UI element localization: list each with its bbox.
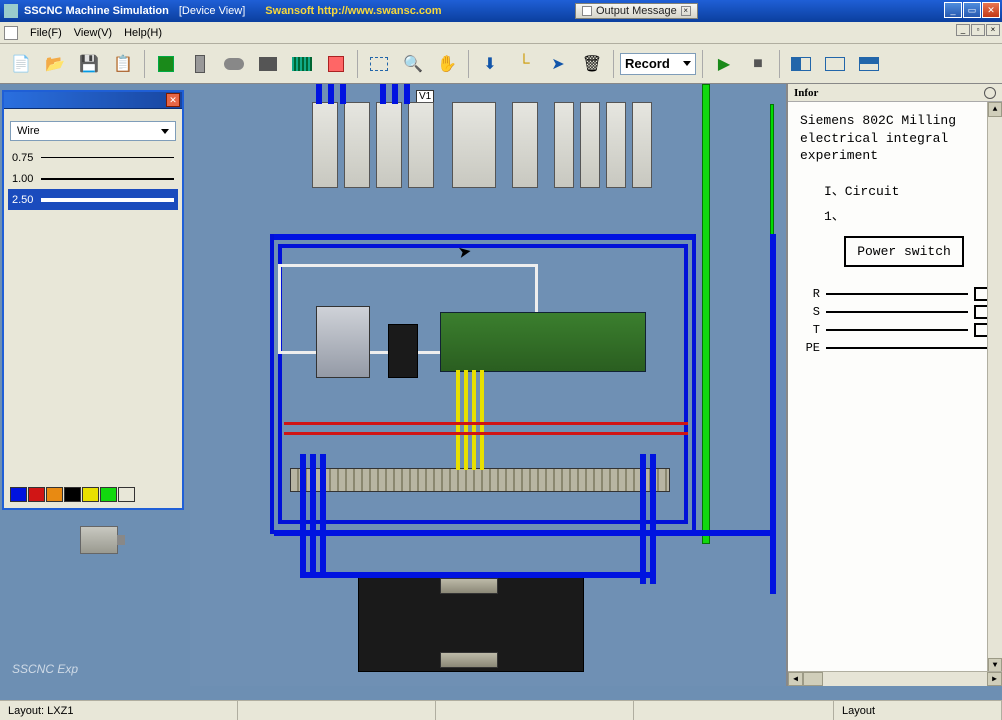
- power-switch-box: Power switch: [844, 236, 964, 267]
- close-icon[interactable]: ×: [681, 6, 691, 16]
- pointer-button[interactable]: ➤: [543, 49, 573, 79]
- app-icon: [4, 4, 18, 18]
- pan-button[interactable]: ✋: [432, 49, 462, 79]
- new-button[interactable]: 📄: [6, 49, 36, 79]
- menu-view[interactable]: View(V): [68, 25, 118, 41]
- view2-button[interactable]: [820, 49, 850, 79]
- menu-file[interactable]: File(F): [24, 25, 68, 41]
- scroll-up-icon[interactable]: ▲: [988, 102, 1002, 117]
- menu-help[interactable]: Help(H): [118, 25, 168, 41]
- wire-type-label: Wire: [17, 125, 40, 137]
- status-layout-right: Layout: [834, 701, 1002, 720]
- comp-motor-button[interactable]: [219, 49, 249, 79]
- scroll-thumb[interactable]: [803, 672, 823, 686]
- info-body: Siemens 802C Milling electrical integral…: [788, 102, 1002, 686]
- toolbar: 📄 📂 💾 📋 🔍 ✋ ⬇ └ ➤ 🗑 Record ▶ ■: [0, 44, 1002, 84]
- close-button[interactable]: ✕: [982, 2, 1000, 18]
- zoom-button[interactable]: 🔍: [398, 49, 428, 79]
- view3-button[interactable]: [854, 49, 884, 79]
- status-layout: Layout: LXZ1: [0, 701, 238, 720]
- play-button[interactable]: ▶: [709, 49, 739, 79]
- app-subtitle: [Device View]: [179, 5, 245, 17]
- canvas-watermark: SSCNC Exp: [12, 662, 78, 676]
- comp-green-button[interactable]: [151, 49, 181, 79]
- trash-button[interactable]: 🗑: [577, 49, 607, 79]
- brand-watermark: Swansoft http://www.swansc.com: [265, 5, 441, 17]
- circuit-canvas[interactable]: V1: [190, 84, 786, 686]
- wire-size-1[interactable]: 1.00: [8, 168, 178, 189]
- comp-relay-button[interactable]: [185, 49, 215, 79]
- info-title: Infor: [794, 87, 818, 99]
- floating-component[interactable]: [80, 526, 118, 554]
- swatch-orange[interactable]: [46, 487, 63, 502]
- swatch-blue[interactable]: [10, 487, 27, 502]
- menu-bar: File(F) View(V) Help(H) _ ▫ ×: [0, 22, 1002, 44]
- open-button[interactable]: 📂: [40, 49, 70, 79]
- select-rect-button[interactable]: [364, 49, 394, 79]
- mdi-doc-icon: [4, 26, 18, 40]
- workspace: ✕ Wire 0.75 1.00 2.50 SSCNC Exp V1: [0, 84, 1002, 700]
- wire-panel: ✕ Wire 0.75 1.00 2.50: [2, 90, 184, 510]
- scroll-right-icon[interactable]: ▶: [987, 672, 1002, 686]
- wire-size-0[interactable]: 0.75: [8, 147, 178, 168]
- status-cell-3: [436, 701, 634, 720]
- mdi-minimize-button[interactable]: _: [956, 24, 970, 36]
- info-section-1-1: 1、: [800, 208, 994, 226]
- gear-icon[interactable]: [984, 87, 996, 99]
- wire-panel-close-button[interactable]: ✕: [166, 93, 180, 107]
- title-bar: SSCNC Machine Simulation [Device View] S…: [0, 0, 1002, 22]
- info-scrollbar-h[interactable]: ◀ ▶: [788, 671, 1002, 686]
- status-bar: Layout: LXZ1 Layout: [0, 700, 1002, 720]
- record-dropdown[interactable]: Record: [620, 53, 696, 75]
- export-button[interactable]: 📋: [108, 49, 138, 79]
- stop-button[interactable]: ■: [743, 49, 773, 79]
- mdi-close-button[interactable]: ×: [986, 24, 1000, 36]
- record-label: Record: [625, 56, 670, 71]
- swatch-yellow[interactable]: [82, 487, 99, 502]
- swatch-green[interactable]: [100, 487, 117, 502]
- output-message-tab[interactable]: Output Message ×: [575, 2, 698, 20]
- wire-size-2[interactable]: 2.50: [8, 189, 178, 210]
- view1-button[interactable]: [786, 49, 816, 79]
- info-scrollbar-v[interactable]: ▲ ▼: [987, 102, 1002, 673]
- info-heading: Siemens 802C Milling electrical integral…: [800, 112, 994, 165]
- minimize-button[interactable]: _: [944, 2, 962, 18]
- comp-chip-button[interactable]: [253, 49, 283, 79]
- output-tab-label: Output Message: [596, 5, 677, 17]
- comp-board-button[interactable]: [287, 49, 317, 79]
- mdi-restore-button[interactable]: ▫: [971, 24, 985, 36]
- swatch-red[interactable]: [28, 487, 45, 502]
- comp-calc-button[interactable]: [321, 49, 351, 79]
- maximize-button[interactable]: ▭: [963, 2, 981, 18]
- chevron-down-icon: [161, 129, 169, 134]
- wire-type-select[interactable]: Wire: [10, 121, 176, 141]
- download-button[interactable]: ⬇: [475, 49, 505, 79]
- info-diagram: Power switch R S T PE: [800, 236, 994, 357]
- info-panel: Infor Siemens 802C Milling electrical in…: [786, 84, 1002, 686]
- save-button[interactable]: 💾: [74, 49, 104, 79]
- status-cell-2: [238, 701, 436, 720]
- info-section-1: I、Circuit: [800, 183, 994, 201]
- wire-panel-titlebar[interactable]: [4, 92, 182, 109]
- wire-size-list: 0.75 1.00 2.50: [8, 147, 178, 210]
- chevron-down-icon: [683, 61, 691, 66]
- axis-button[interactable]: └: [509, 49, 539, 79]
- swatch-grey[interactable]: [118, 487, 135, 502]
- swatch-black[interactable]: [64, 487, 81, 502]
- wire-color-swatches: [10, 487, 135, 502]
- status-cell-4: [634, 701, 834, 720]
- doc-icon: [582, 6, 592, 16]
- app-title: SSCNC Machine Simulation: [24, 5, 169, 17]
- scroll-left-icon[interactable]: ◀: [788, 672, 803, 686]
